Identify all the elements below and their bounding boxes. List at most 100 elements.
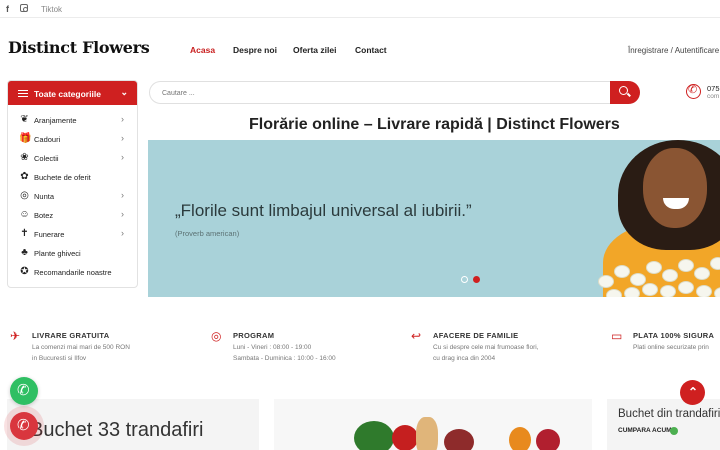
card-title: Buchet 33 trandafiri	[30, 419, 204, 441]
nav-contact[interactable]: Contact	[355, 45, 387, 55]
category-label: Plante ghiveci	[34, 249, 81, 258]
nav-despre-noi[interactable]: Despre noi	[233, 45, 277, 55]
hero-quote-author: (Proverb american)	[175, 229, 240, 238]
chevron-right-icon: ›	[121, 133, 124, 143]
nav-acasa[interactable]: Acasa	[190, 45, 215, 55]
category-item-colectii[interactable]: ❀ Colectii ›	[8, 149, 137, 168]
chevron-right-icon: ›	[121, 114, 124, 124]
search-bar	[149, 81, 640, 104]
feature-title: PLATA 100% SIGURA	[633, 331, 715, 340]
category-item-plante-ghiveci[interactable]: ♣ Plante ghiveci	[8, 244, 137, 263]
site-logo[interactable]: Distinct Flowers	[8, 38, 150, 57]
tulip-shape	[678, 259, 694, 272]
category-icon: ❀	[20, 152, 29, 163]
search-icon	[619, 86, 628, 95]
chevron-right-icon: ›	[121, 152, 124, 162]
red-flower-shape	[392, 425, 418, 450]
feature-text: Sambata - Duminica : 10:00 - 16:00	[233, 355, 336, 362]
feature-icon: ↩	[411, 329, 422, 343]
category-icon: ◎	[20, 190, 29, 201]
category-icon: ✪	[20, 266, 29, 277]
whatsapp-button[interactable]	[10, 377, 38, 405]
feature-text: Plati online securizate prin	[633, 344, 709, 351]
tulip-shape	[696, 285, 712, 297]
feature-title: AFACERE DE FAMILIE	[433, 331, 519, 340]
feature-title: LIVRARE GRATUITA	[32, 331, 110, 340]
category-label: Colectii	[34, 154, 59, 163]
category-item-cadouri[interactable]: 🎁 Cadouri ›	[8, 130, 137, 149]
phone-icon	[686, 83, 701, 99]
orange-flower-shape	[509, 427, 531, 450]
tulip-shape	[624, 287, 640, 297]
tulip-shape	[606, 289, 622, 297]
category-label: Nunta	[34, 192, 55, 201]
tulip-shape	[598, 275, 614, 288]
category-item-botez[interactable]: ☺ Botez ›	[8, 206, 137, 225]
feature-text: La comenzi mai mari de 500 RON	[32, 344, 130, 351]
category-sidebar: Toate categoriile ⌄ ❦ Aranjamente › 🎁 Cadour…	[7, 80, 138, 288]
category-label: Cadouri	[34, 135, 61, 144]
category-item-buchete-de-oferit[interactable]: ✿ Buchete de oferit	[8, 168, 137, 187]
leaf-shape	[354, 421, 394, 450]
hero-slider[interactable]: „Florile sunt limbajul universal al iubi…	[148, 140, 720, 297]
category-icon: ❦	[20, 114, 29, 125]
feature-icon: ◎	[211, 329, 222, 343]
category-item-funerare[interactable]: ✝ Funerare ›	[8, 225, 137, 244]
tulip-shape	[678, 281, 694, 294]
product-card-roses-bouquet[interactable]: Buchet din trandafiri CUMPARA ACUM	[607, 399, 720, 450]
category-icon: ✿	[20, 171, 29, 182]
hero-tulip-bouquet	[588, 235, 720, 297]
category-label: Aranjamente	[34, 116, 77, 125]
category-icon: 🎁	[19, 133, 32, 144]
feature-icon: ✈	[10, 329, 21, 343]
search-button[interactable]	[610, 81, 640, 104]
feature-title: PROGRAM	[233, 331, 275, 340]
hero-quote: „Florile sunt limbajul universal al iubi…	[175, 201, 472, 220]
phone-number[interactable]: 075	[707, 84, 720, 93]
red-gerbera-shape	[536, 429, 560, 450]
chevron-right-icon: ›	[121, 228, 124, 238]
category-item-aranjamente[interactable]: ❦ Aranjamente ›	[8, 111, 137, 130]
instagram-icon[interactable]	[20, 4, 28, 12]
paper-wrap-shape	[416, 417, 438, 450]
scroll-to-top-button[interactable]	[680, 380, 705, 405]
tulip-shape	[614, 265, 630, 278]
buy-now-link[interactable]: CUMPARA ACUM	[618, 427, 672, 434]
tulip-shape	[660, 285, 676, 297]
product-card-33-roses[interactable]: Buchet 33 trandafiri	[7, 399, 259, 450]
category-item-nunta[interactable]: ◎ Nunta ›	[8, 187, 137, 206]
chevron-right-icon: ›	[121, 209, 124, 219]
chevron-down-icon: ⌄	[120, 87, 128, 97]
slider-dot-1[interactable]	[461, 276, 468, 283]
all-categories-button[interactable]: Toate categoriile ⌄	[8, 81, 137, 105]
chevron-right-icon: ›	[121, 190, 124, 200]
tiktok-link[interactable]: Tiktok	[41, 5, 62, 14]
product-card-bouquet-image[interactable]	[274, 399, 592, 450]
category-label: Funerare	[34, 230, 65, 239]
tulip-shape	[642, 283, 658, 296]
search-input[interactable]	[162, 87, 582, 99]
category-icon: ☺	[19, 209, 30, 220]
nav-oferta-zilei[interactable]: Oferta zilei	[293, 45, 336, 55]
feature-text: cu drag inca din 2004	[433, 355, 496, 362]
feature-icon: ▭	[611, 329, 623, 343]
call-button[interactable]	[10, 412, 38, 440]
dark-rose-shape	[444, 429, 474, 450]
category-label: Recomandarile noastre	[34, 268, 112, 277]
facebook-icon[interactable]: f	[6, 4, 9, 14]
auth-links[interactable]: Înregistrare / Autentificare	[628, 46, 719, 55]
menu-icon	[18, 90, 28, 97]
category-item-recomandarile-noastre[interactable]: ✪ Recomandarile noastre	[8, 263, 137, 282]
tulip-shape	[646, 261, 662, 274]
top-bar: f Tiktok	[0, 0, 720, 18]
feature-text: Luni - Vineri : 08:00 - 19:00	[233, 344, 312, 351]
category-icon: ✝	[20, 228, 29, 239]
category-label: Buchete de oferit	[34, 173, 91, 182]
tulip-shape	[694, 267, 710, 280]
tulip-shape	[714, 287, 720, 297]
slider-dot-2[interactable]	[473, 276, 480, 283]
arrow-circle-icon	[670, 427, 678, 435]
phone-subtext: com	[707, 93, 720, 100]
card-title: Buchet din trandafiri	[618, 408, 720, 420]
tulip-shape	[710, 257, 720, 270]
